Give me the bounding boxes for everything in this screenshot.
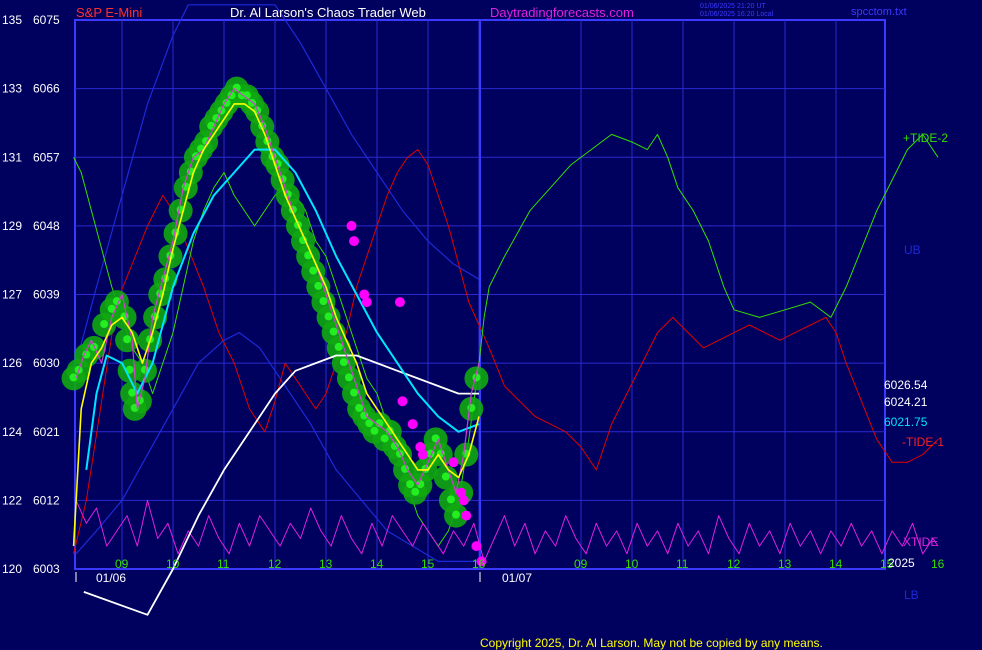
price-glow-core xyxy=(446,495,455,504)
price-glow-core xyxy=(380,434,389,443)
label-tide-minus: -TIDE-1 xyxy=(902,435,944,449)
x-hour-tick-label: 09 xyxy=(115,557,129,571)
x-hour-tick-label: 13 xyxy=(778,557,792,571)
magenta-dot xyxy=(346,220,357,231)
y-left-tick-label: 127 xyxy=(2,288,22,302)
local-time: 01/06/2025 16:20 Local xyxy=(700,11,774,18)
y-price-tick-label: 6012 xyxy=(33,493,60,507)
x-hour-tick-label: 12 xyxy=(727,557,741,571)
price-glow-core xyxy=(370,426,379,435)
price-glow-core xyxy=(406,480,415,489)
site-link[interactable]: Daytradingforecasts.com xyxy=(490,5,634,20)
chart: 135 6075 133 6066 131 6057 129 6048 127 6039 126 60… xyxy=(2,3,948,650)
y-left-tick-label: 133 xyxy=(2,82,22,96)
price-glow-core xyxy=(100,320,109,328)
label-xtide: XTIDE xyxy=(903,535,938,549)
label-ub: UB xyxy=(904,243,921,257)
price-glow-core xyxy=(339,358,348,367)
right-value-yellow: 6024.21 xyxy=(884,395,928,409)
x-hour-tick-label: 16 xyxy=(472,557,486,571)
price-glow-core xyxy=(334,342,343,351)
magenta-dot xyxy=(471,541,482,552)
axis-labels: 135 6075 133 6066 131 6057 129 6048 127 6039 126 60… xyxy=(2,13,945,585)
price-glow-core xyxy=(319,297,328,306)
x-hour-tick-label: 14 xyxy=(829,557,843,571)
magenta-dot xyxy=(349,236,360,247)
xtide-line xyxy=(75,499,939,562)
x-hour-tick-label: 10 xyxy=(166,557,180,571)
right-value-cyan: 6021.75 xyxy=(884,415,928,429)
magenta-dot xyxy=(461,510,472,521)
year-label: 2025 xyxy=(888,556,915,570)
date-label: 01/06 xyxy=(96,571,126,585)
utc-time: 01/06/2025 21:20 UT xyxy=(700,3,766,10)
y-price-tick-label: 6057 xyxy=(33,150,60,164)
y-left-tick-label: 124 xyxy=(2,425,22,439)
x-hour-tick-label: 11 xyxy=(217,557,230,571)
y-left-tick-label: 126 xyxy=(2,356,22,370)
label-tide-plus: +TIDE-2 xyxy=(903,131,948,145)
price-glow-core xyxy=(350,388,359,397)
y-price-tick-label: 6003 xyxy=(33,562,60,576)
price-glow-core xyxy=(401,464,410,473)
y-left-tick-label: 131 xyxy=(2,150,22,164)
magenta-dot xyxy=(361,297,372,308)
tide-plus-line xyxy=(73,133,939,547)
y-price-tick-label: 6066 xyxy=(33,82,60,96)
x-hour-tick-label: 13 xyxy=(319,557,333,571)
label-lb: LB xyxy=(904,588,919,602)
price-glow-core xyxy=(123,335,132,344)
magenta-dot xyxy=(394,297,405,308)
y-left-tick-label: 135 xyxy=(2,13,22,27)
magenta-dot xyxy=(448,457,459,468)
y-price-tick-label: 6039 xyxy=(33,288,60,302)
magenta-dot xyxy=(407,419,418,430)
price-glow-core xyxy=(324,312,333,321)
x-hour-tick-label: 11 xyxy=(676,557,689,571)
y-left-tick-label: 122 xyxy=(2,493,22,507)
price-glow-core xyxy=(329,327,338,336)
y-left-tick-label: 129 xyxy=(2,219,22,233)
price-glow-core xyxy=(441,472,450,481)
y-price-tick-label: 6030 xyxy=(33,356,60,370)
x-hour-tick-label: 15 xyxy=(421,557,435,571)
data-file: spcctom.txt xyxy=(851,6,907,18)
chart-author: Dr. Al Larson's Chaos Trader Web xyxy=(230,5,426,20)
x-hour-tick-label: 16 xyxy=(931,557,945,571)
price-glow-core xyxy=(344,373,353,382)
magenta-dot xyxy=(458,495,469,506)
y-price-tick-label: 6075 xyxy=(33,13,60,27)
price-glow-core xyxy=(355,403,364,412)
right-value-white: 6026.54 xyxy=(884,378,928,392)
price-glow-core xyxy=(452,510,461,519)
magenta-dot xyxy=(397,396,408,407)
x-hour-tick-label: 12 xyxy=(268,557,282,571)
x-hour-tick-label: 09 xyxy=(574,557,588,571)
copyright: Copyright 2025, Dr. Al Larson. May not b… xyxy=(480,636,823,650)
price-glow-core xyxy=(467,403,476,412)
y-price-tick-label: 6048 xyxy=(33,219,60,233)
series-group xyxy=(61,4,939,616)
x-hour-tick-label: 14 xyxy=(370,557,384,571)
y-left-tick-label: 120 xyxy=(2,562,22,576)
price-glow-core xyxy=(411,487,420,496)
chart-symbol: S&P E-Mini xyxy=(76,5,142,20)
price-glow-core xyxy=(314,281,323,290)
price-glow-core xyxy=(309,266,318,275)
magenta-dot xyxy=(417,449,428,460)
date-label: 01/07 xyxy=(502,571,532,585)
x-hour-tick-label: 10 xyxy=(625,557,639,571)
y-price-tick-label: 6021 xyxy=(33,425,60,439)
